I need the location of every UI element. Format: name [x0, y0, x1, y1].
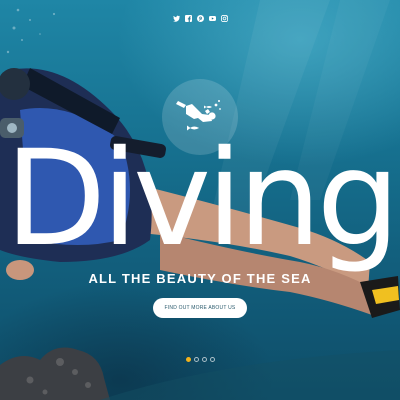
youtube-icon[interactable] [208, 14, 216, 22]
slide-dot-2[interactable] [193, 357, 199, 362]
find-out-more-button[interactable]: FIND OUT MORE ABOUT US [153, 298, 247, 318]
hero-background: Diving ALL THE BEAUTY OF THE SEA FIND OU… [0, 0, 400, 400]
facebook-icon[interactable] [184, 14, 192, 22]
instagram-icon[interactable] [220, 14, 228, 22]
pinterest-icon[interactable] [196, 14, 204, 22]
slide-dot-3[interactable] [201, 357, 207, 362]
slide-dot-1[interactable] [185, 357, 191, 362]
hero-subtitle: ALL THE BEAUTY OF THE SEA [88, 271, 312, 286]
slider-pagination [0, 357, 400, 362]
hero-title: Diving [4, 122, 400, 276]
social-links [0, 14, 400, 22]
twitter-icon[interactable] [172, 14, 180, 22]
slide-dot-4[interactable] [209, 357, 215, 362]
